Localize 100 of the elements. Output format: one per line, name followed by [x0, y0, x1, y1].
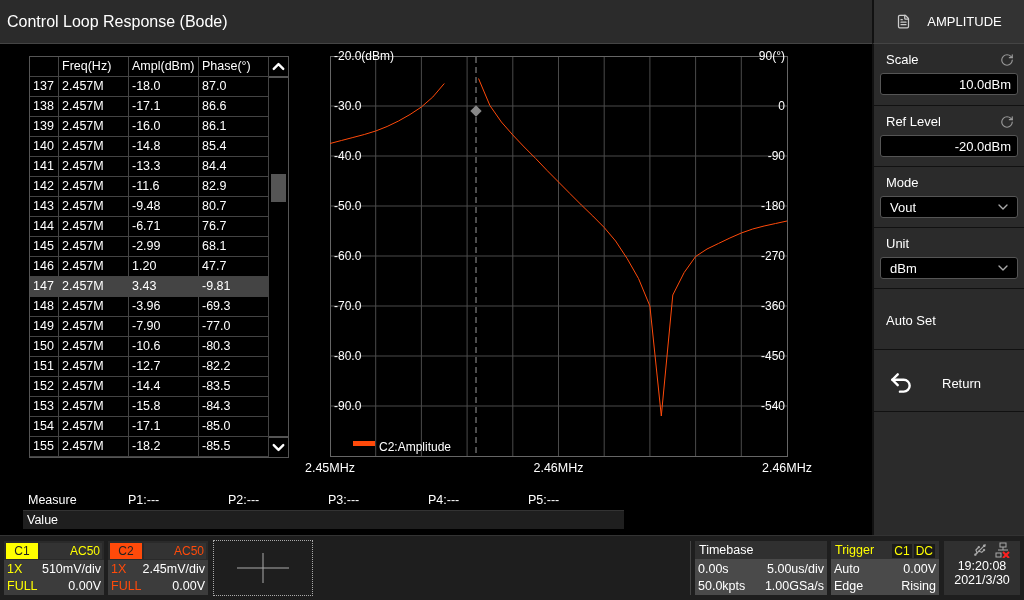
coupling-label: AC50 [144, 543, 206, 559]
y-axis-label: -70.0 [334, 299, 362, 313]
menu-label: Ref Level [886, 114, 941, 129]
window-title: Control Loop Response (Bode) [7, 12, 228, 31]
timebase-title: Timebase [699, 543, 754, 557]
table-row[interactable]: 143 2.457M -9.48 80.7 [30, 197, 269, 217]
return-icon [888, 370, 914, 396]
y-axis-label: -30.0 [334, 99, 362, 113]
measure-param: P2:--- [228, 493, 261, 509]
table-row[interactable]: 145 2.457M -2.99 68.1 [30, 237, 269, 257]
clock-date: 2021/3/30 [954, 573, 1010, 587]
plus-icon [237, 553, 289, 583]
channel-badge[interactable]: C2 [110, 543, 142, 559]
measure-param: P1:--- [128, 493, 161, 509]
add-channel-button[interactable] [213, 540, 313, 596]
cursor-marker[interactable] [470, 105, 482, 117]
y-axis-label: -60.0 [334, 249, 362, 263]
delay-value: 0.00s [698, 561, 729, 576]
points-value: 50.0kpts [698, 578, 746, 593]
menu-label: Scale [886, 52, 919, 67]
table-row[interactable]: 149 2.457M -7.90 -77.0 [30, 317, 269, 337]
bandwidth-label: FULL [7, 579, 38, 594]
trigger-title: Trigger [835, 543, 875, 557]
phase-axis-label: -90 [767, 149, 785, 163]
trigger-source: C1 [892, 544, 912, 558]
table-cell: 155 [30, 437, 59, 457]
value-field[interactable]: 10.0dBm [880, 73, 1018, 95]
phase-axis-label: -360 [760, 299, 785, 313]
phase-axis-label: -270 [760, 249, 785, 263]
table-cell: -18.2 [129, 437, 199, 457]
table-row[interactable]: 137 2.457M -18.0 87.0 [30, 77, 269, 97]
phase-axis-label: -540 [760, 399, 785, 413]
table-row[interactable]: 152 2.457M -14.4 -83.5 [30, 377, 269, 397]
trigger-coupling: DC [913, 544, 935, 558]
legend-label: C2:Amplitude [379, 440, 452, 454]
y-axis-label: -80.0 [334, 349, 362, 363]
dropdown[interactable]: Vout [880, 196, 1018, 218]
sample-rate: 1.00GSa/s [764, 578, 824, 593]
menu-label: Mode [886, 175, 919, 190]
table-row[interactable]: 138 2.457M -17.1 86.6 [30, 97, 269, 117]
trigger-level: 0.00V [903, 561, 936, 576]
menu-title: AMPLITUDE [927, 14, 1002, 29]
table-row[interactable]: 150 2.457M -10.6 -80.3 [30, 337, 269, 357]
table-row[interactable]: 141 2.457M -13.3 84.4 [30, 157, 269, 177]
table-row[interactable]: 142 2.457M -11.6 82.9 [30, 177, 269, 197]
x-axis-label: 2.45MHz [305, 461, 355, 475]
probe-label: 1X [7, 562, 23, 576]
y-axis-label: -20.0(dBm) [334, 49, 395, 63]
clock-time: 19:20:08 [957, 559, 1007, 573]
bandwidth-label: FULL [111, 579, 142, 594]
trigger-mode: Auto [834, 561, 860, 576]
vertical-scale: 2.45mV/div [142, 562, 205, 576]
y-axis-label: -90.0 [334, 399, 362, 413]
channel-badge[interactable]: C1 [6, 543, 38, 559]
channel-card[interactable]: C2 AC50 1X 2.45mV/div FULL 0.00V [108, 541, 208, 595]
value-field[interactable]: -20.0dBm [880, 135, 1018, 157]
coupling-label: AC50 [40, 543, 102, 559]
x-axis-label: 2.46MHz [762, 461, 812, 475]
x-axis-label: 2.46MHz [533, 461, 584, 475]
measure-param: P5:--- [528, 493, 561, 509]
offset-value: 0.00V [68, 579, 101, 594]
table-row[interactable]: 148 2.457M -3.96 -69.3 [30, 297, 269, 317]
table-row[interactable]: 140 2.457M -14.8 85.4 [30, 137, 269, 157]
table-row[interactable]: 146 2.457M 1.20 47.7 [30, 257, 269, 277]
phase-axis-label: -180 [760, 199, 785, 213]
trigger-slope: Rising [901, 578, 936, 593]
y-axis-label: -40.0 [334, 149, 362, 163]
table-row[interactable]: 154 2.457M -17.1 -85.0 [30, 417, 269, 437]
usb-icon [973, 543, 987, 557]
table-row[interactable]: 155 2.457M -18.2 -85.5 [30, 437, 269, 457]
offset-value: 0.00V [172, 579, 205, 594]
auto-set-button[interactable]: Auto Set [880, 303, 942, 338]
vertical-scale: 510mV/div [41, 562, 101, 576]
table-row[interactable]: 153 2.457M -15.8 -84.3 [30, 397, 269, 417]
measure-param: P4:--- [428, 493, 461, 509]
phase-axis-label: 90(°) [758, 49, 785, 63]
table-row[interactable]: 144 2.457M -6.71 76.7 [30, 217, 269, 237]
phase-axis-label: -450 [760, 349, 785, 363]
menu-label: Unit [886, 236, 910, 251]
channel-card[interactable]: C1 AC50 1X 510mV/div FULL 0.00V [4, 541, 104, 595]
measure-label: Measure [28, 493, 78, 509]
table-cell: 2.457M [59, 437, 129, 457]
legend-swatch [353, 441, 375, 446]
trigger-type: Edge [834, 578, 864, 593]
value-row: Value [23, 510, 624, 529]
return-button[interactable]: Return [880, 370, 990, 396]
dropdown[interactable]: dBm [880, 257, 1018, 279]
phase-axis-label: 0 [778, 99, 785, 113]
time-scale: 5.00us/div [767, 561, 824, 576]
table-row[interactable]: 139 2.457M -16.0 86.1 [30, 117, 269, 137]
network-disconnected-icon [995, 542, 1011, 558]
scrollbar-thumb[interactable] [271, 174, 286, 202]
measure-param: P3:--- [328, 493, 361, 509]
table-row[interactable]: 147 2.457M 3.43 -9.81 [30, 277, 269, 297]
probe-label: 1X [111, 562, 127, 576]
y-axis-label: -50.0 [334, 199, 362, 213]
table-row[interactable]: 151 2.457M -12.7 -82.2 [30, 357, 269, 377]
reset-icon[interactable] [1000, 52, 1014, 67]
document-icon [896, 14, 912, 29]
reset-icon[interactable] [1000, 114, 1014, 129]
